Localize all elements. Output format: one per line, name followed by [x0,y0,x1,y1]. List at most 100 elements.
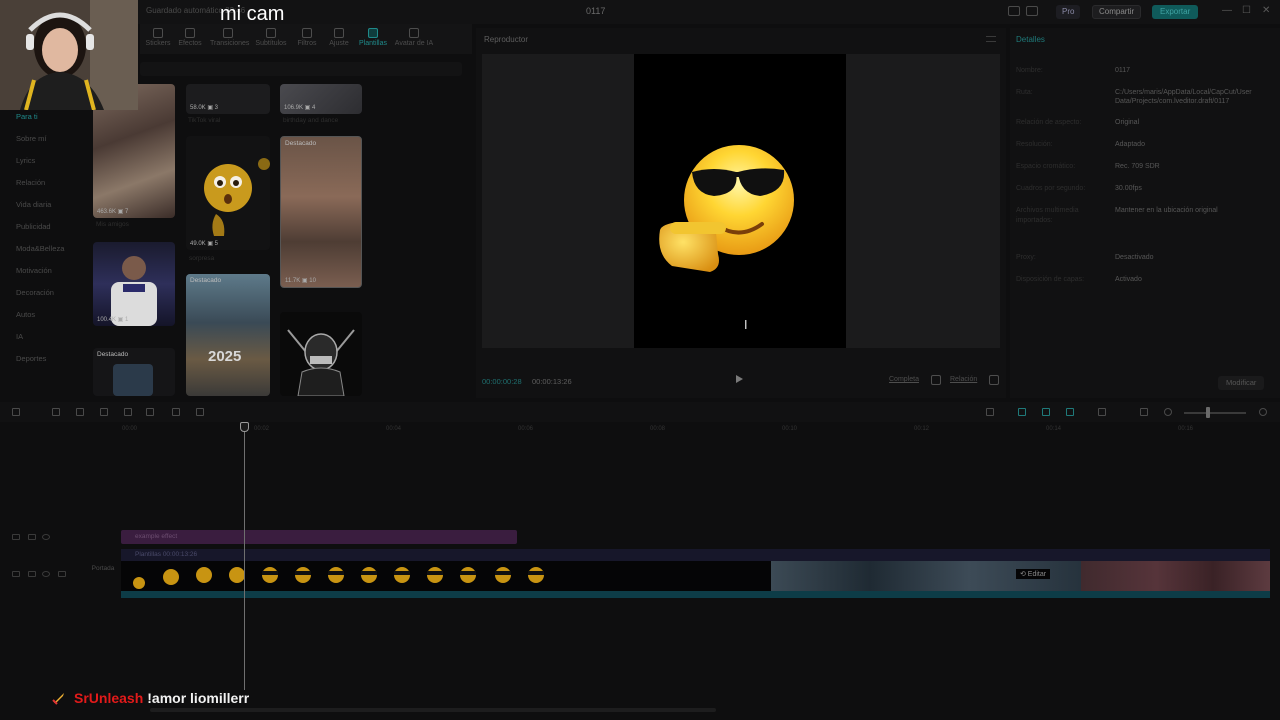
edit-button[interactable]: ⟲ Editar [1016,569,1051,579]
cool-emoji-pointing [659,145,794,272]
detail-value: Desactivado [1115,254,1154,261]
delete-icon[interactable] [172,408,180,416]
asset-toolbar: Stickers Efectos Transiciones Subtítulos… [140,24,472,54]
aspect-ratio-button[interactable]: Relación [950,376,977,383]
template-card[interactable]: Destacado 11.7K ▣ 10 [280,136,362,288]
fullscreen-icon[interactable] [989,375,999,385]
crop-icon[interactable] [931,375,941,385]
menu-icon[interactable] [986,36,996,42]
minimize-button[interactable]: — [1222,5,1232,16]
lock-icon[interactable] [28,571,36,577]
sidebar-item-publicidad[interactable]: Publicidad [16,222,51,231]
sidebar-item-decoracion[interactable]: Decoración [16,288,54,297]
cover-button[interactable]: Portada [90,565,116,572]
tool-transitions[interactable]: Transiciones [210,28,249,47]
sidebar-item-sobre-mi[interactable]: Sobre mí [16,134,46,143]
timeline-ruler[interactable]: 00:00 00:02 00:04 00:06 00:08 00:10 00:1… [0,422,1280,436]
maximize-button[interactable]: ☐ [1242,5,1251,16]
marker-icon[interactable] [196,408,204,416]
sidebar-item-relacion[interactable]: Relación [16,178,45,187]
sticker-icon [153,28,163,38]
microphone-icon[interactable] [986,408,994,416]
sidebar-item-ia[interactable]: IA [16,332,23,341]
effect-clip[interactable]: example effect [121,530,517,544]
track-lock-icon[interactable] [12,534,20,540]
link-icon[interactable] [1018,408,1026,416]
template-card[interactable]: 49.0K ▣ 5 [186,136,270,250]
featured-badge: Destacado [97,351,129,358]
mode-icon[interactable] [1098,408,1106,416]
sidebar-item-para-ti[interactable]: Para ti [16,112,38,121]
undo-icon[interactable] [52,408,60,416]
sidebar-item-deportes[interactable]: Deportes [16,354,46,363]
zoom-out-icon[interactable] [1164,408,1172,416]
ruler-tick: 00:12 [914,426,930,432]
tool-effects[interactable]: Efectos [172,28,208,47]
track-lock-icon[interactable] [12,571,20,577]
layout-icon[interactable] [1008,6,1020,16]
zoom-slider[interactable] [1184,412,1246,414]
ruler-tick: 00:00 [122,426,138,432]
template-card[interactable]: Destacado 2025 [186,274,270,396]
playhead-line[interactable] [244,428,245,690]
lock-icon[interactable] [28,534,36,540]
detail-value: Activado [1115,276,1142,283]
tool-adjust[interactable]: Ajuste [321,28,357,47]
preview-axis-icon[interactable] [1066,408,1074,416]
eye-icon[interactable] [42,571,50,577]
close-button[interactable]: ✕ [1262,5,1270,16]
zoom-slider-handle[interactable] [1206,407,1210,418]
main-video-clip[interactable]: ⟲ Editar [121,561,1270,591]
tool-ai-avatar[interactable]: Avatar de IA [392,28,436,47]
detail-label: Espacio cromático: [1016,163,1076,170]
template-category-sidebar: Para ti Sobre mí Lyrics Relación Vida di… [0,110,90,400]
split-icon[interactable] [100,408,108,416]
details-title: Detalles [1016,35,1045,44]
template-card[interactable]: 58.0K ▣ 3 [186,84,270,114]
webcam-overlay [0,0,138,110]
modify-button[interactable]: Modificar [1218,376,1265,390]
sidebar-item-moda-belleza[interactable]: Moda&Belleza [16,244,64,253]
tool-label: Efectos [178,40,202,47]
capcut-editor-window: Guardado automático 23:46 0117 Pro Compa… [0,0,1280,720]
tool-templates[interactable]: Plantillas [355,28,391,47]
detail-label: Cuadros por segundo: [1016,185,1086,192]
horizontal-scrollbar[interactable] [150,708,716,712]
tool-subtitles[interactable]: Subtítulos [253,28,289,47]
tool-label: Subtítulos [255,40,287,47]
template-search-bar[interactable] [140,62,462,76]
select-tool-icon[interactable] [12,408,20,416]
redo-icon[interactable] [76,408,84,416]
template-card[interactable] [280,312,362,396]
magnet-icon[interactable] [1042,408,1050,416]
export-button[interactable]: Exportar [1152,5,1199,19]
trim-left-icon[interactable] [124,408,132,416]
share-button[interactable]: Compartir [1092,5,1142,19]
sidebar-item-motivacion[interactable]: Motivación [16,266,52,275]
sidebar-item-autos[interactable]: Autos [16,310,35,319]
zoom-in-icon[interactable] [1259,408,1267,416]
audio-icon[interactable] [58,571,66,577]
template-card[interactable]: Destacado [93,348,175,396]
shortcut-icon[interactable] [1026,6,1038,16]
template-card[interactable]: 100.4K ▣ 1 [93,242,175,326]
sidebar-item-lyrics[interactable]: Lyrics [16,156,35,165]
detail-label: Ruta: [1016,89,1033,96]
pro-button[interactable]: Pro [1056,5,1081,19]
trim-right-icon[interactable] [146,408,154,416]
tool-label: Filtros [297,40,317,47]
filter-icon [302,28,312,38]
playhead-handle[interactable] [240,422,249,432]
fit-button[interactable]: Completa [889,376,919,383]
video-preview[interactable] [634,54,846,348]
tool-stickers[interactable]: Stickers [140,28,176,47]
tool-filters[interactable]: Filtros [289,28,325,47]
caption-icon[interactable] [1140,408,1148,416]
eye-icon[interactable] [42,534,50,540]
play-icon[interactable] [736,375,743,383]
timeline-toolbar [0,402,1280,422]
template-card[interactable]: 106.9K ▣ 4 [280,84,362,114]
detail-label: Archivos multimedia importados: [1016,207,1079,224]
sidebar-item-vida-diaria[interactable]: Vida diaria [16,200,51,209]
effects-icon [185,28,195,38]
